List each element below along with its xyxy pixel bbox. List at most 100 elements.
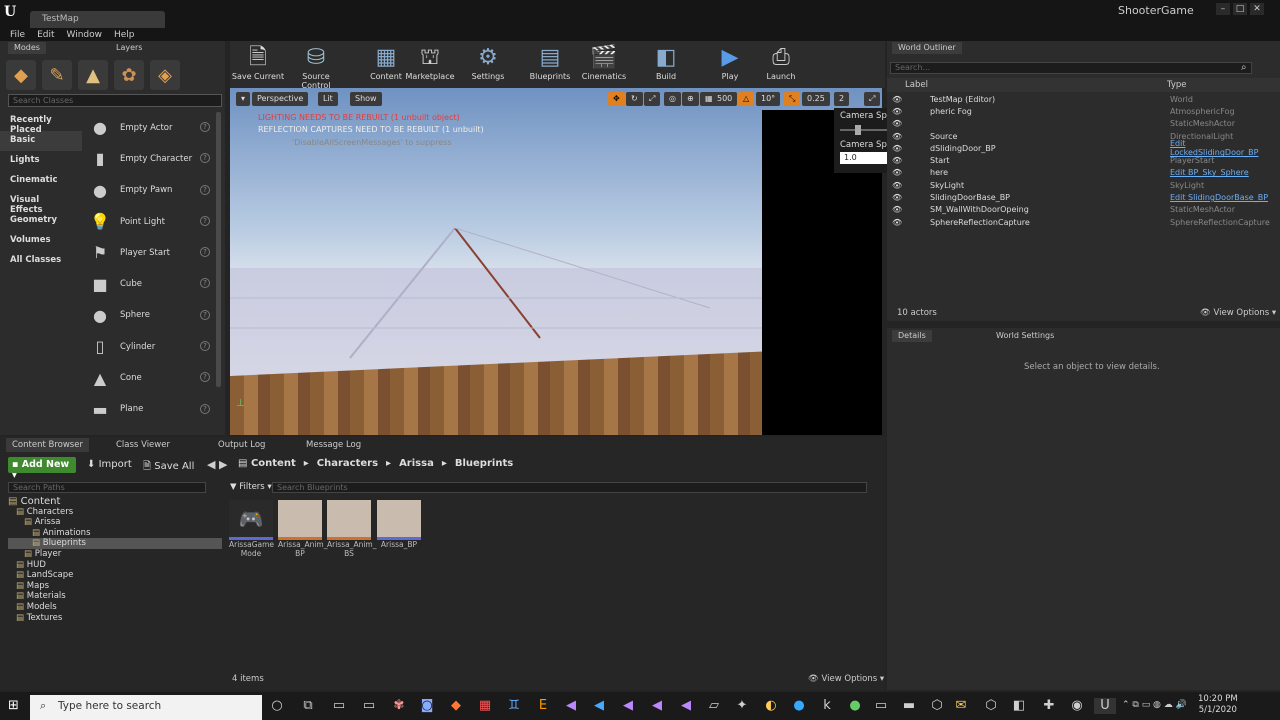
eye-icon[interactable]: 👁 [892, 181, 902, 190]
info-icon[interactable]: ? [200, 215, 210, 226]
minimize-button[interactable]: – [1216, 3, 1230, 15]
category-visual-effects[interactable]: Visual Effects [0, 191, 82, 215]
map-tab[interactable]: TestMap [30, 11, 165, 28]
outliner-row[interactable]: 👁 SkyLight SkyLight [890, 179, 1275, 191]
eye-icon[interactable]: 👁 [892, 95, 902, 104]
place-item-point-light[interactable]: 💡 Point Light? [84, 206, 214, 237]
folder-tree-item[interactable]: ▤ Maps [8, 581, 222, 592]
app-icon[interactable]: ✚ [1038, 698, 1060, 714]
path-search-input[interactable]: Search Paths [8, 482, 206, 493]
tab-message-log[interactable]: Message Log [300, 438, 367, 452]
launch-button[interactable]: ⎙ Launch [752, 44, 810, 81]
add-new-button[interactable]: ▪ Add New ▾ [8, 457, 76, 481]
level-viewport[interactable]: ▾ Perspective Lit Show ✥ ↻ ⤢ ◎ ⊕ ▦ 500 △… [230, 88, 882, 435]
back-icon[interactable]: ◀ ▶ [207, 458, 227, 471]
scrollbar[interactable] [216, 112, 221, 387]
close-button[interactable]: ✕ [1250, 3, 1264, 15]
system-tray-icons[interactable]: ⌃ ⧉ ▭ ◍ ☁ 🔊 [1122, 700, 1187, 710]
outliner-row[interactable]: 👁 Start PlayerStart [890, 154, 1275, 166]
visual-studio-icon[interactable]: ◀ [646, 698, 668, 714]
place-item-empty-character[interactable]: ▮ Empty Character? [84, 143, 214, 174]
app-icon[interactable]: ◐ [760, 698, 782, 714]
asset-arissa-game-mode[interactable]: 🎮 ArissaGame Mode [229, 500, 274, 558]
source-control-button[interactable]: ⛁ Source Control [287, 44, 345, 90]
info-icon[interactable]: ? [200, 184, 210, 195]
rotation-snap-icon[interactable]: △ [738, 92, 755, 106]
world-icon[interactable]: ◎ [664, 92, 681, 106]
blueprint-search-input[interactable]: Search Blueprints [272, 482, 867, 493]
menu-help[interactable]: Help [114, 30, 135, 40]
slider-thumb[interactable] [854, 124, 861, 135]
app-icon[interactable]: ✦ [731, 698, 753, 714]
menu-edit[interactable]: Edit [37, 30, 54, 40]
unreal-taskbar-icon[interactable]: U [1094, 698, 1116, 714]
breadcrumb-arissa[interactable]: Arissa [399, 458, 434, 469]
menu-window[interactable]: Window [67, 30, 103, 40]
tab-world-outliner[interactable]: World Outliner [892, 42, 962, 54]
perspective-button[interactable]: Perspective [252, 92, 309, 106]
info-icon[interactable]: ? [200, 153, 210, 164]
place-item-empty-actor[interactable]: ● Empty Actor? [84, 112, 214, 143]
info-icon[interactable]: ? [200, 247, 210, 258]
category-cinematic[interactable]: Cinematic [0, 171, 82, 191]
translate-icon[interactable]: ✥ [608, 92, 625, 106]
tab-content-browser[interactable]: Content Browser [6, 438, 89, 452]
place-item-cylinder[interactable]: ▯ Cylinder? [84, 331, 214, 362]
landscape-mode-icon[interactable]: ▲ [78, 60, 108, 90]
content-view-options[interactable]: 👁 View Options ▾ [808, 674, 884, 684]
category-recently-placed[interactable]: Recently Placed [0, 111, 82, 135]
column-type[interactable]: Type [1167, 80, 1187, 90]
save-all-button[interactable]: 🗎 Save All [143, 459, 194, 476]
info-icon[interactable]: ? [200, 372, 210, 383]
folder-tree-item[interactable]: ▤ Player [8, 549, 222, 560]
cinematics-button[interactable]: 🎬 Cinematics [575, 44, 633, 81]
tab-output-log[interactable]: Output Log [212, 438, 271, 452]
grid-size-value[interactable]: 500 [712, 92, 738, 106]
terminal-icon[interactable]: ▭ [328, 698, 350, 714]
eye-icon[interactable]: 👁 [892, 119, 902, 128]
camera-speed-button[interactable]: 2 [834, 92, 850, 106]
eye-icon[interactable]: 👁 [892, 205, 902, 214]
app-icon[interactable]: ◧ [1008, 698, 1030, 714]
folder-tree-item[interactable]: ▤ Textures [8, 613, 222, 624]
rotation-snap-value[interactable]: 10° [756, 92, 781, 106]
tab-class-viewer[interactable]: Class Viewer [110, 438, 176, 452]
app-icon[interactable]: ▬ [898, 698, 920, 714]
app-icon[interactable]: ◆ [445, 698, 467, 714]
place-item-plane[interactable]: ▬ Plane? [84, 394, 214, 425]
breadcrumb-characters[interactable]: Characters [317, 458, 378, 469]
build-button[interactable]: ◧ Build [637, 44, 695, 81]
visual-studio-icon[interactable]: ◀ [675, 698, 697, 714]
visual-studio-icon[interactable]: ◀ [560, 698, 582, 714]
geometry-mode-icon[interactable]: ◈ [150, 60, 180, 90]
app-icon[interactable]: ▦ [474, 698, 496, 714]
outliner-row-type[interactable]: Edit BP_Sky_Sphere [1170, 168, 1249, 177]
paint-mode-icon[interactable]: ✎ [42, 60, 72, 90]
class-search-input[interactable]: Search Classes [8, 94, 222, 107]
category-lights[interactable]: Lights [0, 151, 82, 171]
outliner-search-input[interactable]: Search... [890, 62, 1252, 74]
save-current-button[interactable]: 🗎 Save Current [229, 44, 287, 81]
app-icon[interactable]: ● [844, 698, 866, 714]
folder-tree-item[interactable]: ▤ HUD [8, 560, 222, 571]
terminal-icon[interactable]: ▭ [358, 698, 380, 714]
info-icon[interactable]: ? [200, 341, 210, 352]
outliner-view-options[interactable]: 👁 View Options ▾ [1200, 308, 1276, 318]
settings-button[interactable]: ⚙ Settings [459, 44, 517, 81]
app-icon[interactable]: ⬡ [980, 698, 1002, 714]
place-item-empty-pawn[interactable]: ● Empty Pawn? [84, 175, 214, 206]
eye-icon[interactable]: 👁 [892, 193, 902, 202]
menu-file[interactable]: File [10, 30, 25, 40]
column-label[interactable]: Label [905, 80, 928, 90]
eye-icon[interactable]: 👁 [892, 156, 902, 165]
breadcrumb-content[interactable]: Content [251, 458, 296, 469]
folder-tree-item[interactable]: ▤ Arissa [8, 517, 222, 528]
outliner-row[interactable]: 👁 pheric Fog AtmosphericFog [890, 105, 1275, 117]
play-button[interactable]: ▶ Play [701, 44, 759, 81]
asset-arissa-bp[interactable]: Arissa_BP [377, 500, 421, 549]
windows-start-icon[interactable]: ⊞ [8, 698, 19, 713]
foliage-mode-icon[interactable]: ✿ [114, 60, 144, 90]
maximize-button[interactable]: □ [1233, 3, 1247, 15]
cortana-icon[interactable]: ○ [266, 698, 288, 714]
tab-details[interactable]: Details [892, 330, 932, 342]
